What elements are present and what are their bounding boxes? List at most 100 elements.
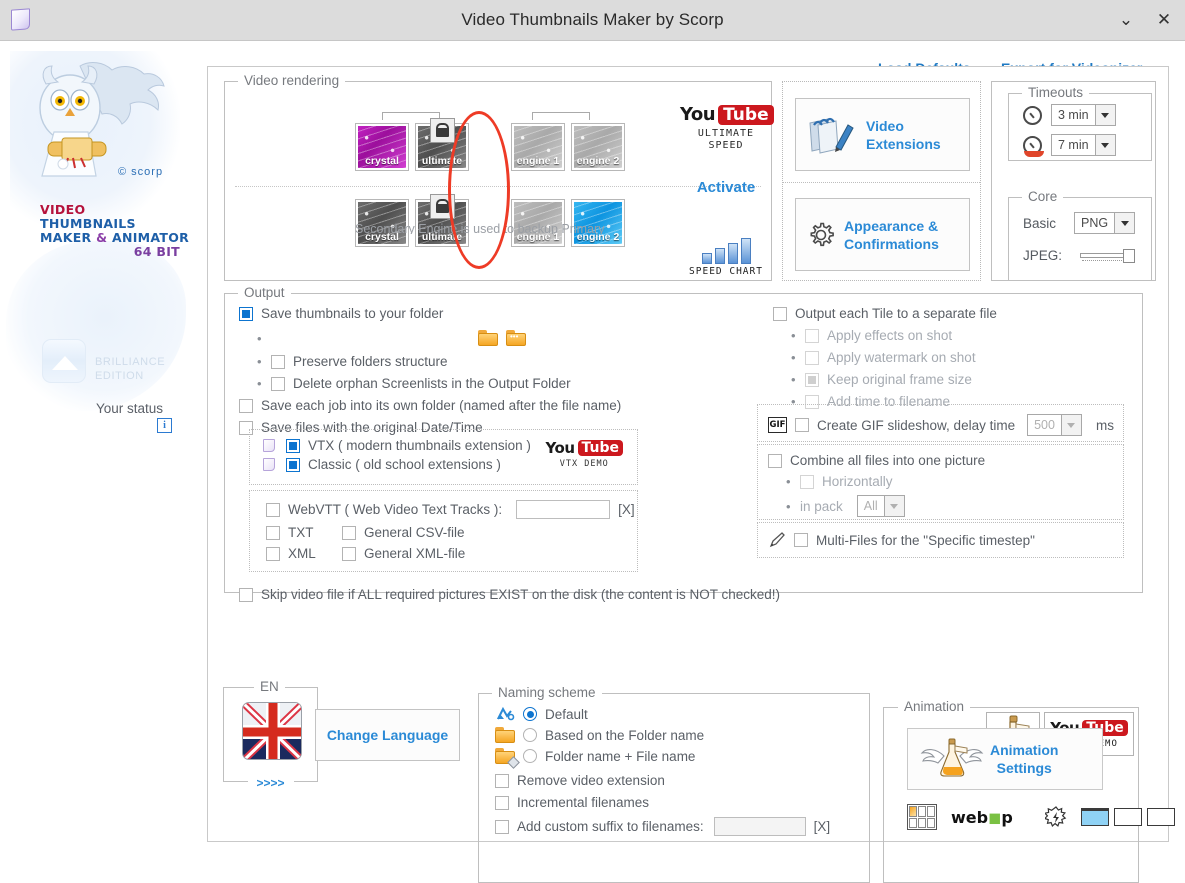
change-language-button[interactable]: Change Language <box>315 709 460 761</box>
frame-option-2[interactable] <box>1113 808 1142 826</box>
skip-video-checkbox[interactable] <box>239 587 253 602</box>
brand-line-video: VIDEO <box>40 202 86 217</box>
keep-original-frame-size-checkbox[interactable] <box>805 372 819 387</box>
combine-all-checkbox[interactable] <box>768 453 782 468</box>
general-csv-checkbox[interactable] <box>342 525 356 540</box>
youtube-you-text: You <box>680 104 716 125</box>
gif-delay-select[interactable]: 500 <box>1027 414 1082 436</box>
window-title: Video Thumbnails Maker by Scorp <box>461 10 724 29</box>
your-status-label: Your status <box>96 401 164 416</box>
combine-all-row[interactable]: Combine all files into one picture <box>768 453 985 468</box>
core-basic-select[interactable]: PNG <box>1074 212 1136 234</box>
delete-orphan-checkbox[interactable] <box>271 376 285 391</box>
naming-folder-row[interactable]: Based on the Folder name <box>495 727 830 743</box>
apply-effects-row[interactable]: • Apply effects on shot <box>773 328 1133 343</box>
vtx-checkbox[interactable] <box>286 438 300 453</box>
incremental-filenames-checkbox[interactable] <box>495 795 509 810</box>
vtx-row[interactable]: VTX ( modern thumbnails extension ) <box>262 438 531 453</box>
gif-delay-value: 500 <box>1034 418 1055 432</box>
delete-orphan-row[interactable]: • Delete orphan Screenlists in the Outpu… <box>239 376 739 391</box>
remove-video-extension-row[interactable]: Remove video extension <box>495 773 830 788</box>
status-info-icon[interactable]: i <box>157 418 172 433</box>
window-titlebar: Video Thumbnails Maker by Scorp ⌄ ✕ <box>0 0 1185 41</box>
naming-folder-radio[interactable] <box>523 728 537 742</box>
chevron-down-icon <box>883 496 904 516</box>
timeout-1-select[interactable]: 3 min <box>1051 104 1116 126</box>
custom-suffix-input[interactable] <box>713 817 806 836</box>
output-each-tile-checkbox[interactable] <box>773 306 787 321</box>
keep-original-frame-size-label: Keep original frame size <box>827 372 972 387</box>
engine-thumb-engine1-primary[interactable]: engine 1 <box>511 123 565 171</box>
txt-checkbox[interactable] <box>266 525 280 540</box>
animation-legend: Animation <box>898 699 971 714</box>
general-xml-label: General XML-file <box>364 546 466 561</box>
engine-thumb-ultimate-primary[interactable]: ultimate <box>415 118 469 171</box>
xml-checkbox[interactable] <box>266 546 280 561</box>
brand-line-maker-animator: MAKER & ANIMATOR <box>40 230 190 245</box>
appearance-confirmations-button[interactable]: Appearance & Confirmations <box>795 198 970 271</box>
animation-settings-button[interactable]: Animation Settings <box>907 728 1103 790</box>
webvtt-row[interactable]: WebVTT ( Web Video Text Tracks ): [X] <box>266 500 635 519</box>
add-custom-suffix-row[interactable]: Add custom suffix to filenames: [X] <box>495 817 830 836</box>
add-custom-suffix-checkbox[interactable] <box>495 819 509 834</box>
folder-browse-icon[interactable] <box>506 330 526 346</box>
keep-original-frame-size-row[interactable]: • Keep original frame size <box>773 372 1133 387</box>
general-xml-checkbox[interactable] <box>342 546 356 561</box>
naming-folder-file-radio[interactable] <box>523 749 537 763</box>
frame-option-3[interactable] <box>1146 808 1175 826</box>
burst-icon[interactable] <box>1044 806 1067 828</box>
video-extensions-button[interactable]: Video Extensions <box>795 98 970 171</box>
naming-default-radio[interactable] <box>523 707 537 721</box>
minimize-icon[interactable]: ⌄ <box>1115 9 1137 31</box>
speed-chart-widget[interactable]: SPEED CHART <box>680 238 772 277</box>
naming-folder-file-row[interactable]: Folder name + File name <box>495 748 830 769</box>
tile-grid-icon[interactable] <box>907 804 937 830</box>
save-each-job-checkbox[interactable] <box>239 398 253 413</box>
multi-files-checkbox[interactable] <box>794 533 808 547</box>
multi-files-label: Multi-Files for the "Specific timestep" <box>816 532 1035 548</box>
gear-icon <box>806 220 836 250</box>
horizontally-checkbox[interactable] <box>800 474 814 489</box>
classic-row[interactable]: Classic ( old school extensions ) <box>262 457 531 472</box>
preserve-folders-row[interactable]: • Preserve folders structure <box>239 354 739 369</box>
webvtt-checkbox[interactable] <box>266 502 280 517</box>
youtube-you-text: You <box>545 439 575 457</box>
horizontally-row[interactable]: • Horizontally <box>768 474 985 489</box>
create-gif-checkbox[interactable] <box>795 418 809 432</box>
activate-link[interactable]: Activate <box>680 179 772 196</box>
incremental-filenames-row[interactable]: Incremental filenames <box>495 795 830 810</box>
apply-watermark-row[interactable]: • Apply watermark on shot <box>773 350 1133 365</box>
preserve-folders-checkbox[interactable] <box>271 354 285 369</box>
youtube-ultimate-speed-badge[interactable]: You Tube ULTIMATE SPEED <box>680 104 774 152</box>
youtube-tube-text: Tube <box>577 440 623 456</box>
naming-default-row[interactable]: Default <box>495 706 830 722</box>
skip-video-row[interactable]: Skip video file if ALL required pictures… <box>239 587 780 602</box>
frame-option-1[interactable] <box>1080 808 1109 826</box>
uk-flag-icon[interactable] <box>242 702 302 760</box>
save-thumbnails-row[interactable]: Save thumbnails to your folder <box>239 306 739 321</box>
gif-icon: GIF <box>768 417 787 433</box>
core-jpeg-row: JPEG: <box>1023 248 1142 263</box>
jpeg-quality-slider[interactable] <box>1080 248 1142 263</box>
vtx-page-icon <box>262 438 278 453</box>
save-each-job-row[interactable]: Save each job into its own folder (named… <box>239 398 739 413</box>
timeout-2-select[interactable]: 7 min <box>1051 134 1116 156</box>
save-each-job-label: Save each job into its own folder (named… <box>261 398 622 413</box>
in-pack-select[interactable]: All <box>856 495 905 517</box>
apply-effects-checkbox[interactable] <box>805 328 819 343</box>
engine-thumb-engine2-primary[interactable]: engine 2 <box>571 123 625 171</box>
multi-files-row[interactable]: Multi-Files for the "Specific timestep" <box>768 531 1035 549</box>
folder-icon[interactable] <box>478 330 498 346</box>
youtube-vtx-demo-badge[interactable]: You Tube VTX DEMO <box>546 439 623 469</box>
remove-video-extension-checkbox[interactable] <box>495 773 509 788</box>
gif-ms-label: ms <box>1095 417 1114 433</box>
engine-thumb-crystal-primary[interactable]: crystal <box>355 123 409 171</box>
output-each-tile-row[interactable]: Output each Tile to a separate file <box>773 306 1133 321</box>
save-thumbnails-checkbox[interactable] <box>239 306 253 321</box>
classic-checkbox[interactable] <box>286 457 300 472</box>
naming-folder-file-label: Folder name + File name <box>545 748 696 764</box>
close-icon[interactable]: ✕ <box>1153 9 1175 31</box>
webvtt-input[interactable] <box>516 500 611 519</box>
save-thumbnails-label: Save thumbnails to your folder <box>261 306 444 321</box>
apply-watermark-checkbox[interactable] <box>805 350 819 365</box>
